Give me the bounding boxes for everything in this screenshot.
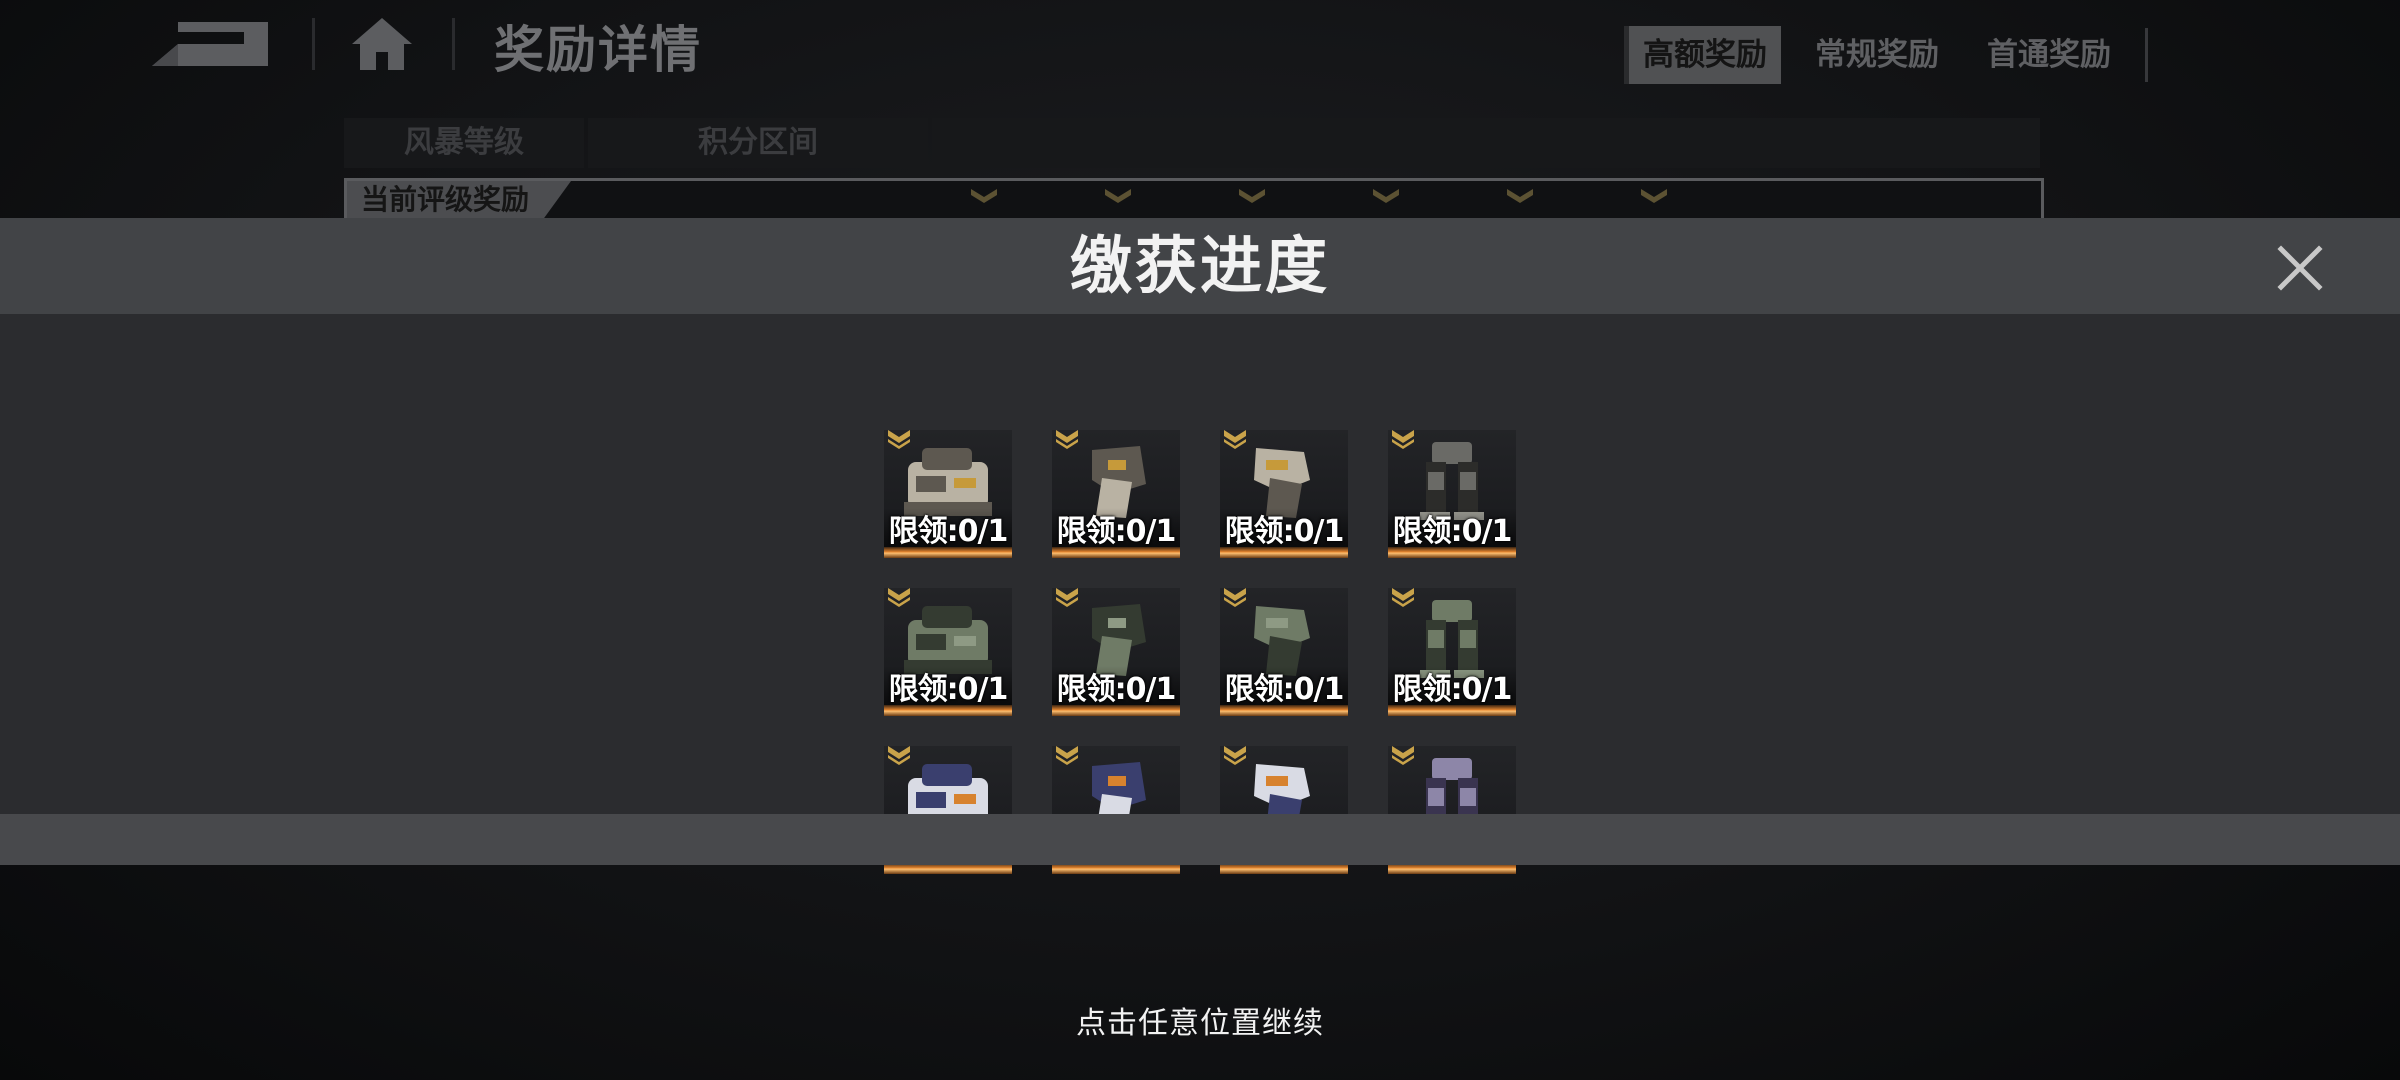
close-icon: [2277, 245, 2323, 291]
top-bar: 奖励详情 高额奖励 常规奖励 首通奖励: [0, 0, 2400, 100]
claim-limit-label: 限领:0/1: [888, 514, 1009, 549]
current-rank-label: 当前评级奖励: [347, 181, 571, 218]
rank-chevron-icon: [1224, 588, 1246, 607]
rank-chevron-icon: [888, 430, 910, 449]
progress-bar: [1388, 705, 1516, 716]
progress-bar: [1052, 705, 1180, 716]
progress-bar: [884, 705, 1012, 716]
modal-title: 缴获进度: [1069, 229, 1330, 302]
reward-item-grid: 限领:0/1 限领:0/1 限领:0/1 限领:0/1 限领:0/1 限领:0/…: [884, 430, 1516, 874]
rank-chevron-icon: [1224, 430, 1246, 449]
tap-to-continue-hint[interactable]: 点击任意位置继续: [0, 998, 2400, 1042]
reward-item-green-mech-right-arm[interactable]: 限领:0/1: [1220, 588, 1348, 716]
rank-chevron-icon: [1056, 430, 1078, 449]
rank-chevron-icon: [1056, 746, 1078, 765]
rank-chevron-icon: [1373, 189, 1399, 203]
rank-chevron-icon: [1392, 746, 1414, 765]
back-arrow-icon: [152, 22, 268, 66]
top-divider: [452, 18, 455, 70]
back-button[interactable]: [148, 18, 274, 70]
rank-chevron-icon: [1392, 430, 1414, 449]
reward-item-sand-mech-legs[interactable]: 限领:0/1: [1388, 430, 1516, 558]
claim-limit-label: 限领:0/1: [1392, 514, 1513, 549]
rank-chevron-icon: [1239, 189, 1265, 203]
home-icon: [352, 18, 412, 70]
reward-item-sand-mech-left-arm[interactable]: 限领:0/1: [1052, 430, 1180, 558]
claim-limit-label: 限领:0/1: [1056, 672, 1177, 707]
reward-item-green-mech-torso[interactable]: 限领:0/1: [884, 588, 1012, 716]
progress-bar: [884, 547, 1012, 558]
rank-chevron-icon: [1056, 588, 1078, 607]
progress-bar: [1220, 705, 1348, 716]
modal-footer: [0, 814, 2400, 865]
claim-limit-label: 限领:0/1: [1056, 514, 1177, 549]
rank-chevron-icon: [1641, 189, 1667, 203]
home-button[interactable]: [350, 14, 414, 74]
filter-storm-level[interactable]: 风暴等级: [344, 118, 584, 168]
progress-bar: [1388, 547, 1516, 558]
filter-score-range[interactable]: 积分区间: [588, 118, 928, 168]
top-divider: [312, 18, 315, 70]
reward-tabs: 高额奖励 常规奖励 首通奖励: [1624, 26, 2148, 84]
capture-progress-modal: 缴获进度 限领:0/1 限领:0/1 限领:0/1 限领:0/1 限领:0/1 …: [0, 218, 2400, 874]
rank-chevron-icon: [1105, 189, 1131, 203]
claim-limit-label: 限领:0/1: [1392, 672, 1513, 707]
tab-high-reward[interactable]: 高额奖励: [1624, 26, 1781, 84]
rank-chevron-icon: [1507, 189, 1533, 203]
rank-chevron-icon: [1224, 746, 1246, 765]
tab-first-clear-reward[interactable]: 首通奖励: [1973, 26, 2125, 84]
claim-limit-label: 限领:0/1: [1224, 672, 1345, 707]
progress-bar: [1052, 547, 1180, 558]
reward-item-green-mech-left-arm[interactable]: 限领:0/1: [1052, 588, 1180, 716]
reward-item-sand-mech-right-arm[interactable]: 限领:0/1: [1220, 430, 1348, 558]
filter-empty-cell: [932, 118, 2040, 168]
rank-chevron-icon: [888, 588, 910, 607]
rank-chevron-icon: [888, 746, 910, 765]
claim-limit-label: 限领:0/1: [1224, 514, 1345, 549]
tab-regular-reward[interactable]: 常规奖励: [1801, 26, 1953, 84]
reward-item-green-mech-legs[interactable]: 限领:0/1: [1388, 588, 1516, 716]
close-button[interactable]: [2276, 244, 2324, 292]
current-rank-rewards-strip: 当前评级奖励: [344, 178, 2044, 218]
progress-bar: [1220, 547, 1348, 558]
page-title: 奖励详情: [494, 21, 702, 79]
reward-item-sand-mech-torso[interactable]: 限领:0/1: [884, 430, 1012, 558]
claim-limit-label: 限领:0/1: [888, 672, 1009, 707]
rank-chevron-icon: [1392, 588, 1414, 607]
rank-chevron-icon: [971, 189, 997, 203]
modal-body: 限领:0/1 限领:0/1 限领:0/1 限领:0/1 限领:0/1 限领:0/…: [0, 314, 2400, 874]
tabs-divider: [2145, 28, 2148, 82]
filter-row: 风暴等级 积分区间: [344, 118, 2044, 168]
